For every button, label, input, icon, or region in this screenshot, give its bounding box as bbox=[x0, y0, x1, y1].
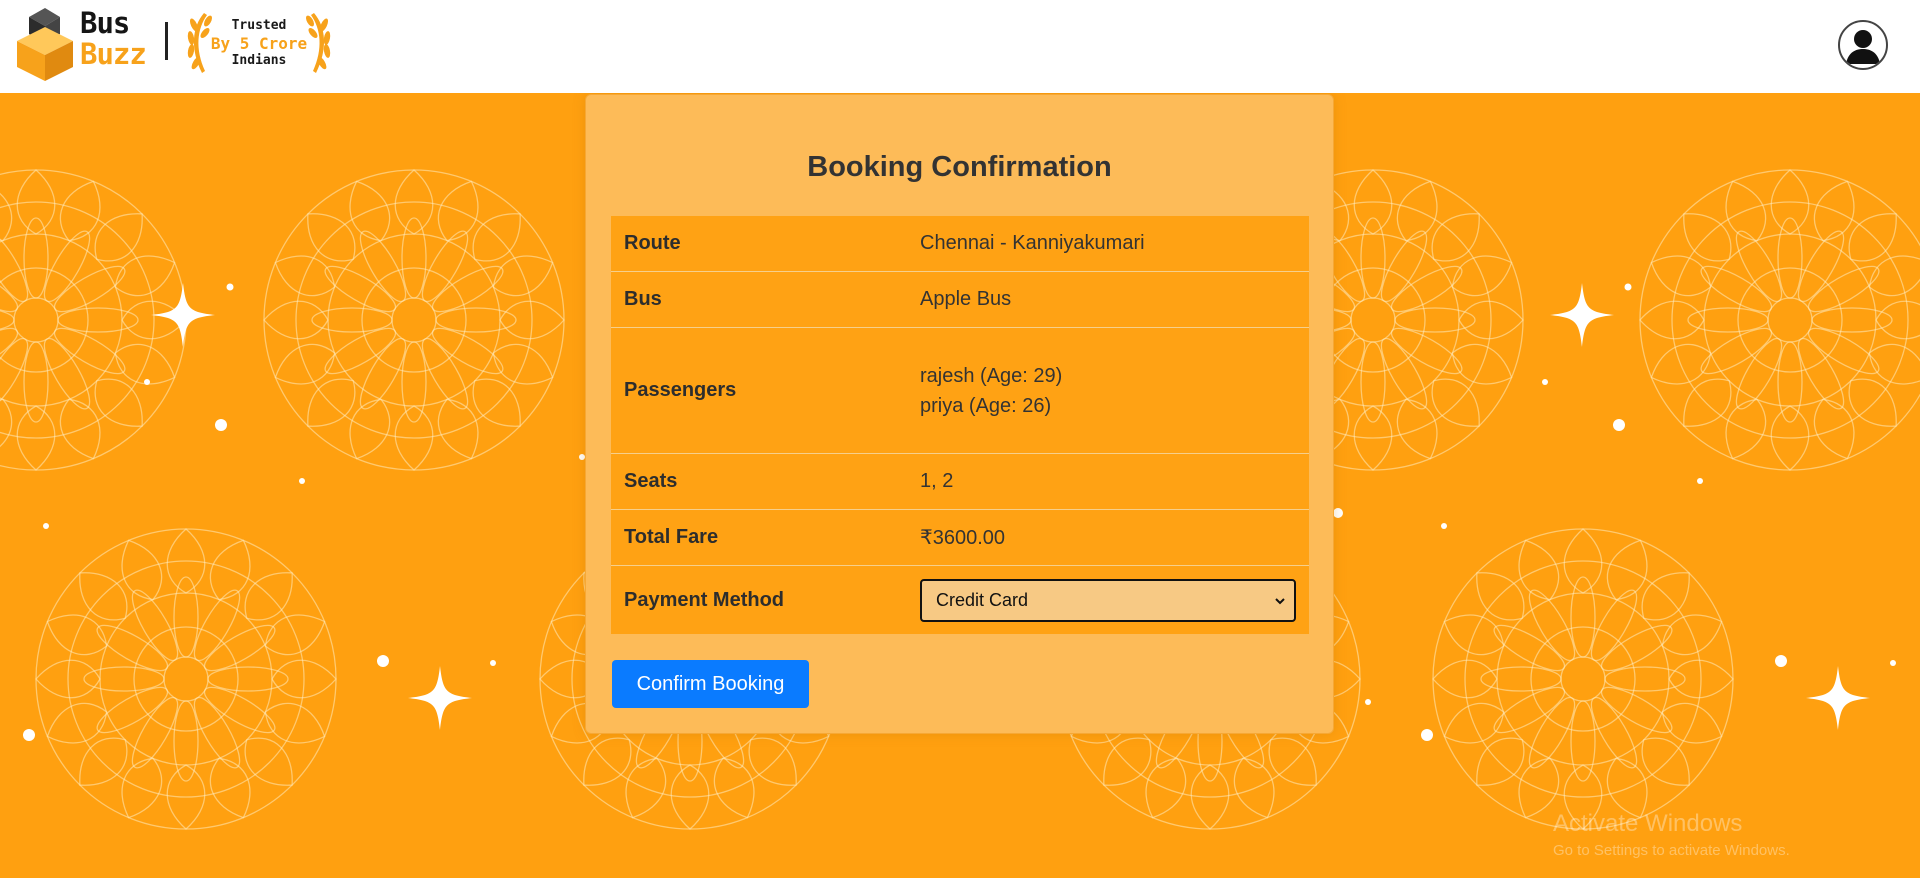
total-fare-label: Total Fare bbox=[611, 509, 907, 566]
table-row: Seats 1, 2 bbox=[611, 453, 1309, 510]
user-avatar-button[interactable] bbox=[1838, 20, 1888, 70]
chevron-down-icon bbox=[1275, 597, 1285, 604]
total-fare-value: ₹3600.00 bbox=[907, 509, 1309, 566]
watermark-subtitle: Go to Settings to activate Windows. bbox=[1553, 842, 1790, 859]
trust-badge: Trusted By 5 Crore Indians bbox=[184, 9, 334, 77]
confirm-booking-button[interactable]: Confirm Booking bbox=[612, 660, 809, 708]
route-label: Route bbox=[611, 216, 907, 272]
payment-method-selected: Credit Card bbox=[936, 589, 1029, 610]
payment-method-select[interactable]: Credit Card bbox=[920, 578, 1296, 622]
seats-value: 1, 2 bbox=[907, 453, 1309, 510]
passenger-item: priya (Age: 26) bbox=[920, 394, 1052, 417]
table-row: Route Chennai - Kanniyakumari bbox=[611, 216, 1309, 272]
badge-line3: Indians bbox=[231, 53, 287, 68]
passengers-label: Passengers bbox=[611, 327, 907, 454]
passengers-value: rajesh (Age: 29) priya (Age: 26) bbox=[907, 327, 1309, 454]
table-row: Passengers rajesh (Age: 29) priya (Age: … bbox=[611, 327, 1309, 454]
user-avatar-icon bbox=[1841, 23, 1885, 67]
table-row: Payment Method Credit Card bbox=[611, 566, 1309, 635]
badge-line1: Trusted bbox=[231, 18, 287, 33]
badge-line2: By 5 Crore bbox=[210, 34, 308, 53]
booking-details-table: Route Chennai - Kanniyakumari Bus Apple … bbox=[611, 216, 1309, 634]
activation-watermark: Activate Windows Go to Settings to activ… bbox=[1553, 810, 1790, 859]
top-header: Bus Buzz Trusted By 5 Crore Indians bbox=[0, 0, 1920, 93]
bus-label: Bus bbox=[611, 271, 907, 328]
bus-value: Apple Bus bbox=[907, 271, 1309, 328]
table-row: Bus Apple Bus bbox=[611, 271, 1309, 328]
booking-card: Booking Confirmation Route Chennai - Kan… bbox=[585, 94, 1334, 734]
logo-divider bbox=[165, 22, 168, 60]
logo-line1: Bus bbox=[80, 6, 130, 40]
logo-wordmark[interactable]: Bus Buzz bbox=[80, 6, 147, 71]
page-title: Booking Confirmation bbox=[807, 151, 1112, 183]
route-value: Chennai - Kanniyakumari bbox=[907, 216, 1309, 272]
table-row: Total Fare ₹3600.00 bbox=[611, 509, 1309, 566]
payment-method-cell: Credit Card bbox=[907, 566, 1309, 635]
seats-label: Seats bbox=[611, 453, 907, 510]
watermark-title: Activate Windows bbox=[1553, 810, 1743, 837]
logo-cube-icon bbox=[17, 8, 73, 81]
passenger-item: rajesh (Age: 29) bbox=[920, 364, 1063, 387]
payment-method-label: Payment Method bbox=[624, 588, 785, 611]
logo-line2: Buzz bbox=[80, 37, 147, 71]
